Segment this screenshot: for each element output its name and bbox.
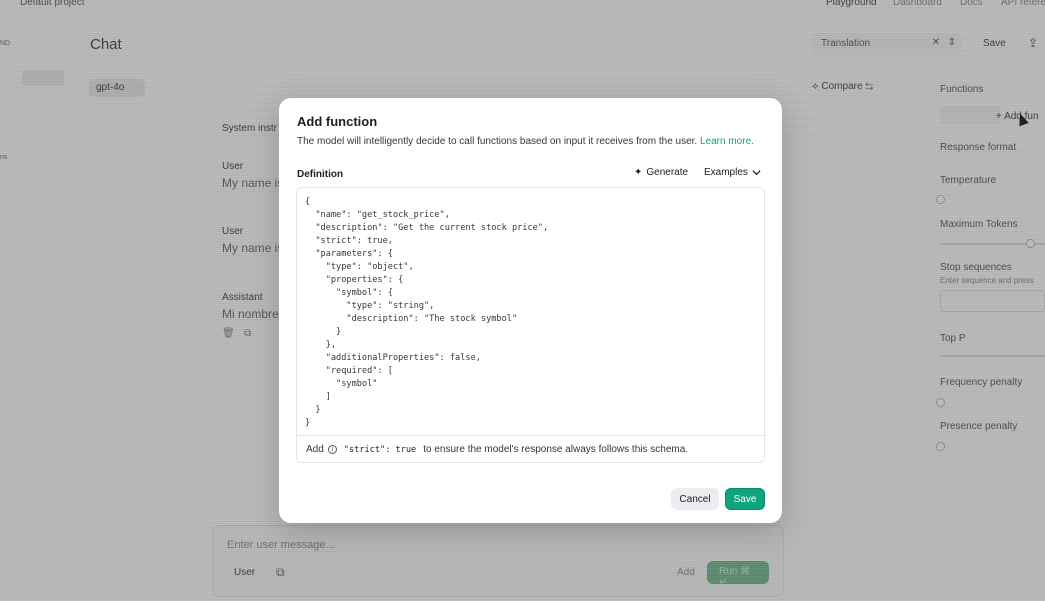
sidebar-label: ND [0,40,11,47]
composer-role-toggle[interactable]: User [234,567,255,578]
top-p-label: Top P [940,333,966,344]
dialog-subtitle: The model will intelligently decide to c… [297,136,754,147]
functions-box [940,106,1000,124]
presence-penalty-knob[interactable] [936,442,945,451]
compare-button[interactable]: ⟡ Compare ⇆ [812,81,873,92]
model-selector[interactable]: gpt-4o [89,79,145,97]
frequency-penalty-label: Frequency penalty [940,377,1023,388]
sidebar-label: ns [0,154,8,161]
share-icon[interactable]: ⇪ [1028,36,1038,50]
message-text[interactable]: Mi nombre [222,307,279,321]
trash-icon[interactable]: 🗑 [222,328,235,339]
hint-prefix: Add [306,444,324,455]
copy-icon[interactable]: ⧉ [244,328,251,339]
chevron-updown-icon[interactable]: ⇕ [948,37,956,48]
max-tokens-label: Maximum Tokens [940,219,1018,230]
composer-input[interactable]: Enter user message... [227,539,335,551]
message-role: User [222,161,244,172]
stop-sequences-hint: Enter sequence and press [940,276,1034,285]
composer-add-button[interactable]: Add [677,567,695,578]
preset-selector[interactable]: Translation ✕ ⇕ [812,33,962,55]
message-composer[interactable] [212,525,784,597]
page-title: Chat [90,36,122,53]
function-definition-editor[interactable]: { "name": "get_stock_price", "descriptio… [296,187,765,463]
stop-sequences-label: Stop sequences [940,262,1012,273]
hint-suffix: to ensure the model's response always fo… [423,444,689,455]
definition-label: Definition [297,169,344,180]
nav-api-reference[interactable]: API refere [1001,0,1045,8]
sidebar-item[interactable] [22,70,64,86]
message-text[interactable]: My name is [222,241,283,255]
hint-code: "strict": true [343,444,417,455]
examples-label: Examples [704,167,748,178]
system-instructions-label[interactable]: System instr [222,123,277,134]
run-button[interactable]: Run ⌘ ↵ [707,561,769,588]
close-icon[interactable]: ✕ [932,37,940,48]
generate-label: Generate [646,167,689,178]
cancel-button[interactable]: Cancel [671,488,719,510]
message-role: Assistant [222,292,263,303]
examples-dropdown[interactable]: Examples [704,167,761,178]
presence-penalty-label: Presence penalty [940,421,1018,432]
dialog-subtitle-text: The model will intelligently decide to c… [297,136,698,147]
learn-more-link[interactable]: Learn more. [700,136,754,147]
code-text[interactable]: { "name": "get_stock_price", "descriptio… [297,188,764,436]
image-icon[interactable]: ⧉ [276,565,285,580]
nav-dashboard[interactable]: Dashboard [893,0,942,8]
stop-sequences-input[interactable] [940,290,1045,312]
nav-playground[interactable]: Playground [826,0,877,8]
max-tokens-slider-knob[interactable] [1026,239,1035,248]
nav-docs[interactable]: Docs [960,0,983,8]
add-function-dialog: Add function The model will intelligentl… [279,98,782,523]
project-selector[interactable]: Default project [20,0,84,8]
frequency-penalty-knob[interactable] [936,398,945,407]
save-button[interactable]: Save [725,488,765,510]
dialog-title: Add function [297,114,378,129]
top-p-slider[interactable] [940,355,1045,357]
sparkle-icon: ✦ [634,167,643,178]
generate-button[interactable]: ✦ Generate [634,167,688,178]
temperature-label: Temperature [940,175,997,186]
message-text[interactable]: My name is [222,176,283,190]
temperature-slider-knob[interactable] [936,195,945,204]
message-role: User [222,226,244,237]
response-format-label[interactable]: Response format [940,142,1016,153]
chevron-down-icon [752,170,761,176]
strict-hint: Add i "strict": true to ensure the model… [297,435,764,462]
save-preset-button[interactable]: Save [983,38,1006,49]
functions-label: Functions [940,84,984,95]
info-icon[interactable]: i [327,445,337,454]
